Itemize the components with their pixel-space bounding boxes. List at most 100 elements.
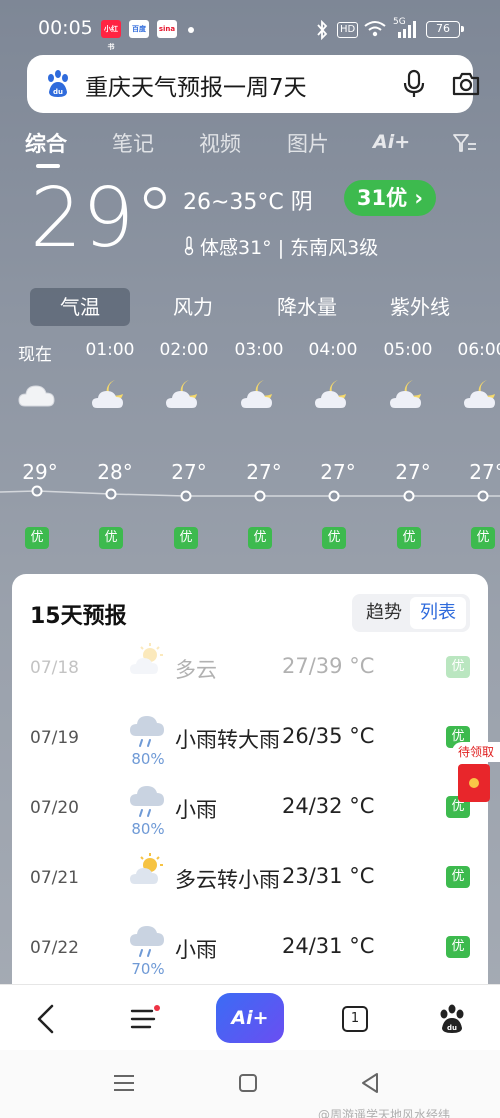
system-nav-bar: @周游遥学天地风水经纬: [0, 1050, 500, 1118]
svg-text:du: du: [447, 1024, 457, 1032]
notification-dot-icon: [188, 27, 194, 33]
precip-probability: 80%: [131, 750, 165, 768]
microphone-icon[interactable]: [401, 69, 427, 99]
baidu-badge-icon: 百度: [129, 20, 149, 38]
metric-tab-uv[interactable]: 紫外线: [370, 288, 470, 326]
hd-indicator: HD: [337, 22, 359, 38]
thermometer-icon: [184, 236, 194, 256]
watermark: @周游遥学天地风水经纬: [318, 1108, 451, 1118]
filter-icon[interactable]: [452, 132, 478, 154]
forecast-condition: 小雨: [175, 938, 217, 962]
cloud-icon: [18, 385, 55, 407]
hour-temp-point: [477, 490, 489, 502]
metric-tab-wind[interactable]: 风力: [143, 288, 243, 326]
forecast-temp: 24/32 °C: [282, 794, 375, 818]
forecast-condition: 多云转小雨: [175, 868, 280, 892]
toggle-list-button[interactable]: 列表: [410, 597, 466, 629]
system-back-icon[interactable]: [361, 1072, 379, 1094]
metric-tab-precipitation[interactable]: 降水量: [257, 288, 357, 326]
recent-apps-icon[interactable]: [113, 1074, 135, 1092]
forecast-row[interactable]: 07/22 70% 小雨 24/31 °C 优: [12, 916, 488, 984]
moon-cloud-icon: [241, 380, 272, 408]
hour-temp-point: [180, 490, 192, 502]
rain-cloud-icon: [130, 926, 164, 957]
hour-aqi-badge: 优: [25, 527, 49, 549]
moon-cloud-icon: [464, 380, 495, 408]
hour-label: 06:00: [457, 340, 500, 360]
baidu-paw-logo-icon: du: [48, 70, 68, 97]
forecast-date: 07/21: [30, 868, 79, 888]
hour-aqi-badge: 优: [397, 527, 421, 549]
hour-label: 现在: [18, 345, 52, 365]
current-temperature: 29°: [30, 171, 176, 266]
hour-aqi-badge: 优: [248, 527, 272, 549]
hour-label: 04:00: [308, 340, 358, 360]
moon-cloud-icon: [166, 380, 197, 408]
moon-cloud-icon: [92, 380, 123, 408]
tab-images[interactable]: 图片: [287, 128, 329, 158]
search-input[interactable]: 重庆天气预报一周7天: [85, 68, 307, 102]
tabs-count-button[interactable]: 1: [342, 1006, 368, 1032]
hour-temp-point: [254, 490, 266, 502]
hour-temp-point: [31, 485, 43, 497]
battery-indicator: 76: [426, 21, 464, 38]
sina-badge-icon: sina: [157, 20, 177, 38]
forecast-row[interactable]: 07/21 多云转小雨 23/31 °C 优: [12, 846, 488, 916]
forecast-aqi-badge: 优: [446, 936, 470, 958]
feels-like-wind: 体感31° | 东南风3级: [200, 237, 379, 259]
wifi-icon: [364, 21, 386, 37]
hour-aqi-badge: 优: [471, 527, 495, 549]
hour-label: 02:00: [159, 340, 209, 360]
tab-notes[interactable]: 笔记: [112, 128, 154, 158]
search-category-tabs: 综合 笔记 视频 图片 Ai+: [0, 128, 500, 168]
red-packet-label: 待领取: [452, 742, 500, 762]
hourly-temp-line: [0, 485, 500, 502]
forecast-date: 07/18: [30, 658, 79, 678]
hour-aqi-badge: 优: [99, 527, 123, 549]
forecast-card: 15天预报 趋势 列表 07/18 多云 27/39 °C 优 07/19 80…: [12, 574, 488, 984]
forecast-date: 07/19: [30, 728, 79, 748]
svg-text:du: du: [53, 88, 63, 96]
home-icon[interactable]: [239, 1074, 257, 1092]
hour-label: 05:00: [383, 340, 433, 360]
red-envelope-icon: [458, 764, 490, 802]
tab-ai[interactable]: Ai+: [373, 131, 410, 153]
signal-icon: [398, 21, 416, 38]
bluetooth-icon: [317, 20, 328, 40]
hour-temp-point: [328, 490, 340, 502]
forecast-date: 07/22: [30, 938, 79, 958]
aqi-badge-button[interactable]: 31优 ›: [344, 180, 436, 216]
menu-icon[interactable]: [130, 1005, 160, 1031]
status-time: 00:05: [38, 17, 93, 39]
baidu-paw-icon[interactable]: du: [436, 1003, 468, 1035]
xiaohongshu-badge-icon: 小红书: [101, 20, 121, 51]
hour-aqi-badge: 优: [174, 527, 198, 549]
precip-probability: 80%: [131, 820, 165, 838]
forecast-row[interactable]: 07/20 80% 小雨 24/32 °C 优: [12, 776, 488, 846]
forecast-condition: 小雨: [175, 798, 217, 822]
toggle-trend-button[interactable]: 趋势: [356, 597, 412, 629]
forecast-title: 15天预报: [30, 604, 127, 629]
forecast-row[interactable]: 07/18 多云 27/39 °C 优: [12, 636, 488, 706]
forecast-temp: 27/39 °C: [282, 654, 375, 678]
forecast-temp: 23/31 °C: [282, 864, 375, 888]
forecast-date: 07/20: [30, 798, 79, 818]
bottom-nav: Ai+ 1 du: [0, 984, 500, 1050]
search-box[interactable]: du 重庆天气预报一周7天: [27, 55, 480, 113]
back-arrow-icon[interactable]: [34, 1003, 56, 1035]
rain-cloud-icon: [130, 716, 164, 747]
red-packet-widget[interactable]: 待领取: [452, 742, 500, 804]
camera-icon[interactable]: [451, 71, 481, 97]
forecast-aqi-badge: 优: [446, 656, 470, 678]
forecast-aqi-badge: 优: [446, 866, 470, 888]
forecast-temp: 24/31 °C: [282, 934, 375, 958]
metric-tab-temperature[interactable]: 气温: [30, 288, 130, 326]
view-toggle: 趋势 列表: [352, 594, 470, 632]
hour-aqi-badge: 优: [322, 527, 346, 549]
forecast-row[interactable]: 07/19 80% 小雨转大雨 26/35 °C 优: [12, 706, 488, 776]
hour-label: 03:00: [234, 340, 284, 360]
tab-comprehensive[interactable]: 综合: [25, 128, 67, 158]
tab-video[interactable]: 视频: [199, 128, 241, 158]
ai-assistant-button[interactable]: Ai+: [216, 993, 284, 1043]
metric-tabs: 气温 风力 降水量 紫外线: [0, 288, 500, 328]
